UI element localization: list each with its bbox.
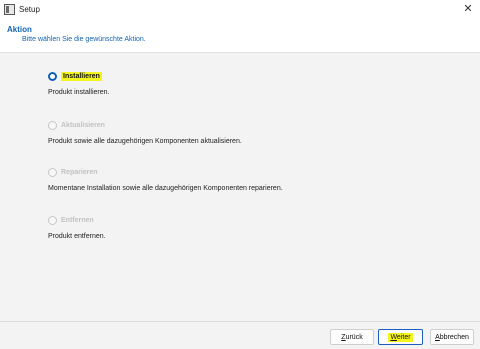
- option-entfernen: Entfernen Produkt entfernen.: [48, 214, 106, 240]
- radio-installieren[interactable]: [48, 71, 57, 81]
- option-aktualisieren: Aktualisieren Produkt sowie alle dazugeh…: [48, 119, 242, 145]
- title-bar: Setup ✕: [0, 0, 480, 18]
- footer-divider: [0, 321, 480, 322]
- option-installieren[interactable]: Installieren Produkt installieren.: [48, 70, 109, 96]
- option-desc-aktualisieren: Produkt sowie alle dazugehörigen Kompone…: [48, 138, 242, 145]
- option-label-installieren[interactable]: Installieren: [61, 71, 102, 81]
- next-button[interactable]: Weiter: [378, 329, 423, 345]
- option-desc-reparieren: Momentane Installation sowie alle dazuge…: [48, 185, 283, 192]
- next-button-label: Weiter: [388, 332, 413, 342]
- dialog-header: Aktion Bitte wählen Sie die gewünschte A…: [0, 18, 480, 53]
- option-desc-entfernen: Produkt entfernen.: [48, 233, 106, 240]
- option-label-reparieren: Reparieren: [61, 168, 98, 176]
- radio-reparieren: [48, 167, 57, 177]
- option-desc-installieren: Produkt installieren.: [48, 89, 110, 96]
- cancel-button[interactable]: Abbrechen: [430, 329, 474, 345]
- cancel-button-label: Abbrechen: [435, 333, 469, 341]
- app-icon: [4, 3, 15, 15]
- header-title: Aktion: [7, 25, 32, 34]
- option-reparieren: Reparieren Momentane Installation sowie …: [48, 166, 283, 192]
- window-title: Setup: [19, 4, 40, 14]
- radio-aktualisieren: [48, 120, 57, 130]
- back-button[interactable]: Zurück: [330, 329, 374, 345]
- header-subtitle: Bitte wählen Sie die gewünschte Aktion.: [22, 36, 146, 43]
- option-label-entfernen: Entfernen: [61, 216, 94, 224]
- close-icon[interactable]: ✕: [462, 3, 474, 15]
- option-label-aktualisieren: Aktualisieren: [61, 121, 105, 129]
- back-button-label: Zurück: [341, 333, 363, 341]
- radio-entfernen: [48, 215, 57, 225]
